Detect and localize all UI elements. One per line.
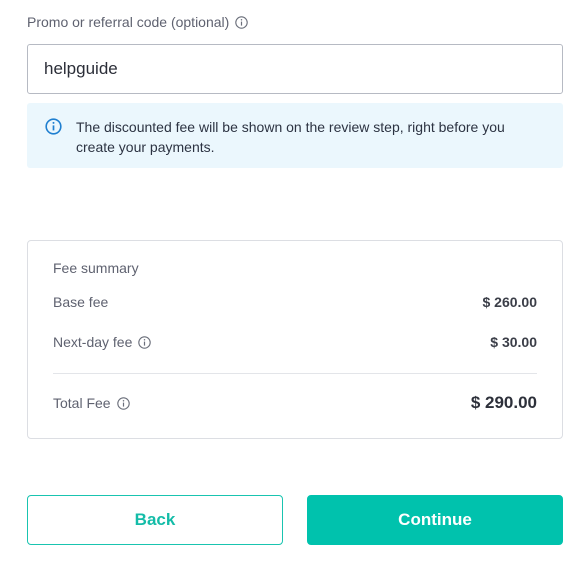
promo-code-label: Promo or referral code (optional) (27, 14, 230, 30)
total-fee-label-text: Total Fee (53, 395, 111, 411)
discount-notice-text: The discounted fee will be shown on the … (76, 119, 505, 155)
fee-summary-title: Fee summary (53, 260, 139, 276)
promo-code-input[interactable] (27, 44, 563, 94)
fee-summary-card: Fee summary Base fee $ 260.00 Next-day f… (27, 240, 563, 439)
base-fee-value: $ 260.00 (482, 294, 538, 310)
info-icon[interactable] (138, 335, 152, 349)
info-icon[interactable] (235, 15, 249, 29)
fee-divider (53, 373, 537, 374)
total-fee-value: $ 290.00 (470, 393, 537, 412)
base-fee-label: Base fee (53, 294, 108, 310)
back-button[interactable]: Back (27, 495, 283, 545)
info-circle-icon (45, 118, 62, 135)
next-day-fee-value: $ 30.00 (490, 334, 537, 350)
base-fee-row: Base fee $ 260.00 (53, 294, 537, 310)
promo-code-label-row: Promo or referral code (optional) (27, 13, 249, 31)
total-fee-row: Total Fee $ 290.00 (53, 393, 537, 413)
next-day-fee-row: Next-day fee $ 30.00 (53, 334, 537, 350)
base-fee-label-text: Base fee (53, 294, 109, 310)
total-fee-label: Total Fee (53, 395, 130, 411)
next-day-fee-label-text: Next-day fee (53, 334, 133, 350)
info-icon[interactable] (116, 396, 130, 410)
next-day-fee-label: Next-day fee (53, 334, 152, 350)
continue-button[interactable]: Continue (307, 495, 563, 545)
discount-notice: The discounted fee will be shown on the … (27, 103, 563, 168)
